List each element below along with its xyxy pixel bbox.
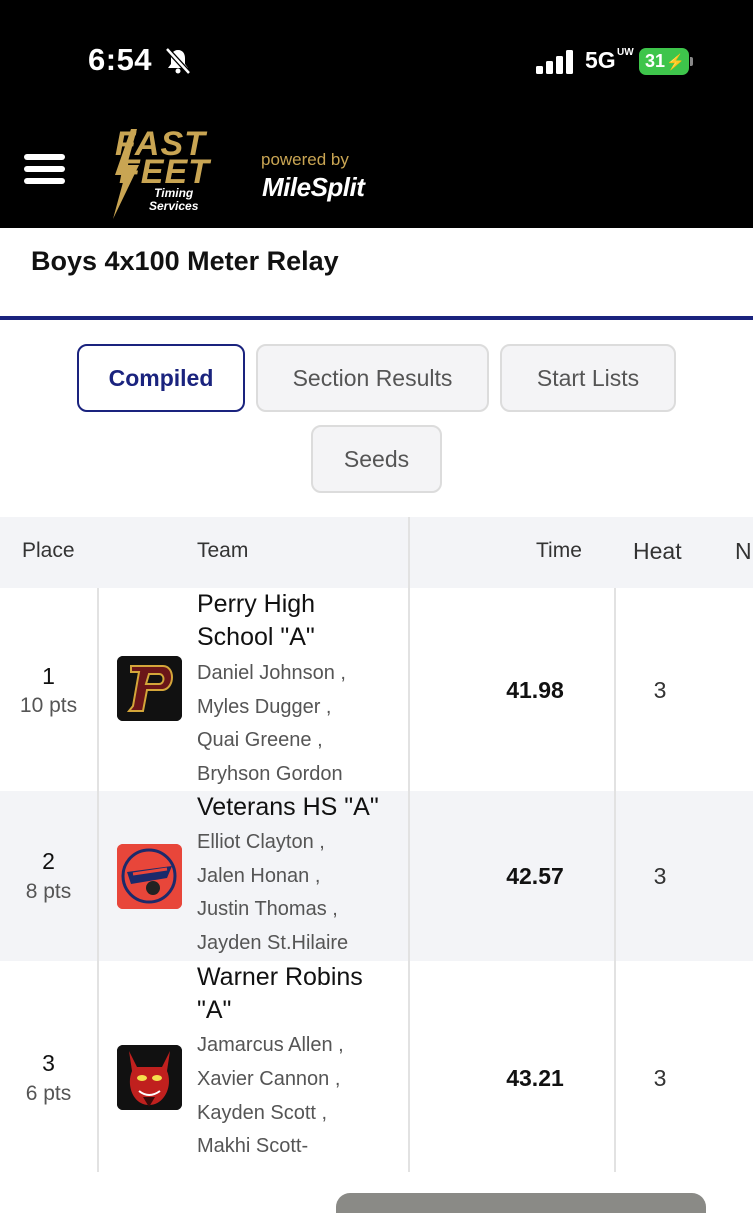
place-number: 2 bbox=[42, 848, 55, 874]
charging-bolt-icon: ⚡ bbox=[666, 53, 685, 71]
header-next[interactable]: N bbox=[735, 538, 752, 565]
athlete-name[interactable]: Elliot Clayton , bbox=[197, 831, 325, 854]
title-divider bbox=[0, 316, 753, 320]
network-sup: UW bbox=[617, 47, 634, 58]
athlete-name[interactable]: Myles Dugger , bbox=[197, 696, 332, 719]
heat-number: 3 bbox=[653, 1065, 667, 1091]
heat-number: 3 bbox=[653, 863, 667, 889]
athlete-name[interactable]: Kayden Scott , bbox=[197, 1102, 327, 1125]
place-points: 8 pts bbox=[25, 880, 72, 903]
athlete-name[interactable]: Makhi Scott- bbox=[197, 1135, 308, 1158]
place-number: 3 bbox=[42, 1050, 55, 1076]
fast-feet-logo[interactable]: FAST FEET Timing Services bbox=[105, 125, 235, 223]
network-type: 5G bbox=[585, 47, 616, 73]
athlete-name[interactable]: Quai Greene , bbox=[197, 729, 323, 752]
athlete-name[interactable]: Jamarcus Allen , bbox=[197, 1034, 344, 1057]
status-bar: 6:54 5G UW 31 ⚡ bbox=[0, 0, 753, 120]
column-divider bbox=[408, 517, 410, 1172]
result-time: 42.57 bbox=[506, 863, 564, 889]
athlete-name[interactable]: Jayden St.Hilaire bbox=[197, 932, 348, 955]
team-name[interactable]: Perry High School "A" bbox=[197, 588, 397, 654]
header-heat[interactable]: Heat bbox=[633, 538, 682, 565]
milesplit-logo[interactable]: MileSplit bbox=[262, 172, 365, 203]
header-time[interactable]: Time bbox=[536, 539, 582, 563]
powered-by-label: powered by bbox=[261, 150, 349, 169]
table-row[interactable]: 2 8 pts Veterans HS "A" Elliot Clayton ,… bbox=[0, 791, 753, 961]
tab-start-lists[interactable]: Start Lists bbox=[500, 344, 676, 412]
tab-seeds[interactable]: Seeds bbox=[311, 425, 442, 493]
athlete-name[interactable]: Bryhson Gordon bbox=[197, 763, 343, 786]
veterans-logo bbox=[117, 844, 182, 909]
status-time: 6:54 bbox=[88, 42, 153, 77]
athlete-name[interactable]: Xavier Cannon , bbox=[197, 1068, 340, 1091]
header-team[interactable]: Team bbox=[197, 539, 248, 563]
table-header: Place Team Time Heat N bbox=[0, 517, 753, 588]
header-place[interactable]: Place bbox=[22, 539, 75, 563]
ad-image-preview[interactable] bbox=[336, 1193, 706, 1213]
place-points: 10 pts bbox=[19, 694, 78, 717]
result-time: 41.98 bbox=[506, 677, 564, 703]
hamburger-menu-icon[interactable] bbox=[24, 154, 66, 188]
athlete-name[interactable]: Justin Thomas , bbox=[197, 898, 338, 921]
perry-logo bbox=[117, 656, 182, 721]
page-title: Boys 4x100 Meter Relay bbox=[31, 246, 339, 276]
athlete-name[interactable]: Jalen Honan , bbox=[197, 865, 320, 888]
place-number: 1 bbox=[42, 663, 55, 689]
heat-number: 3 bbox=[653, 677, 667, 703]
logo-text-timing: Timing Services bbox=[149, 186, 199, 213]
table-row[interactable]: 1 10 pts Perry High School "A" Daniel Jo… bbox=[0, 588, 753, 791]
tab-compiled[interactable]: Compiled bbox=[77, 344, 245, 412]
warner-robins-demon-logo bbox=[117, 1045, 182, 1110]
tab-section-results[interactable]: Section Results bbox=[256, 344, 489, 412]
battery-indicator: 31 ⚡ bbox=[639, 48, 689, 75]
athlete-name[interactable]: Daniel Johnson , bbox=[197, 662, 346, 685]
table-row[interactable]: 3 6 pts Warner Robins "A" Jamarcus Allen… bbox=[0, 961, 753, 1172]
team-name[interactable]: Veterans HS "A" bbox=[197, 791, 407, 824]
battery-cap bbox=[690, 57, 693, 66]
team-name[interactable]: Warner Robins "A" bbox=[197, 961, 397, 1027]
app-header: FAST FEET Timing Services powered by Mil… bbox=[0, 120, 753, 228]
battery-level: 31 bbox=[645, 51, 666, 71]
place-points: 6 pts bbox=[25, 1082, 72, 1105]
column-divider bbox=[614, 588, 616, 1172]
cellular-signal-icon bbox=[536, 50, 573, 74]
results-table: Place Team Time Heat N 1 10 pts Perry Hi… bbox=[0, 517, 753, 1172]
bell-slash-icon bbox=[165, 47, 191, 75]
result-time: 43.21 bbox=[506, 1065, 564, 1091]
